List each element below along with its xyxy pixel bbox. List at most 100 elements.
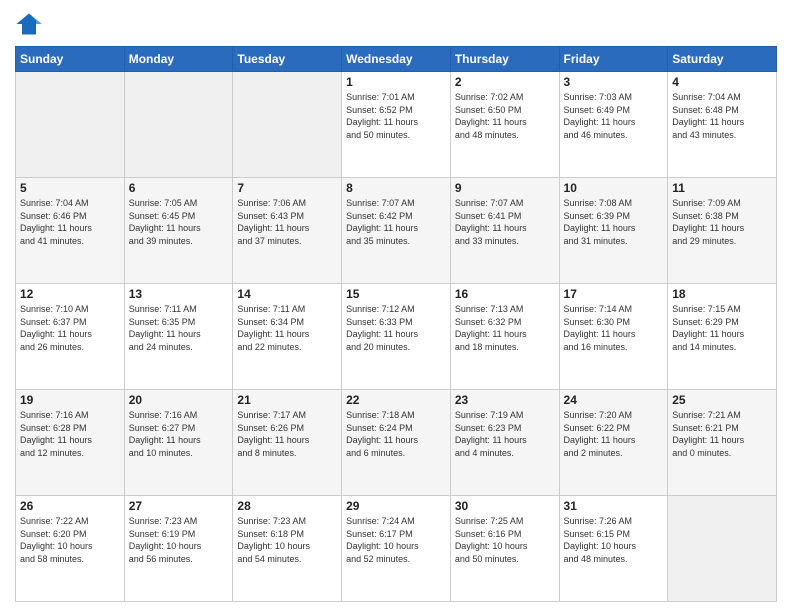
day-info: Sunrise: 7:26 AM Sunset: 6:15 PM Dayligh… <box>564 515 664 565</box>
day-number: 31 <box>564 499 664 513</box>
day-number: 9 <box>455 181 555 195</box>
day-info: Sunrise: 7:22 AM Sunset: 6:20 PM Dayligh… <box>20 515 120 565</box>
week-row-4: 19 Sunrise: 7:16 AM Sunset: 6:28 PM Dayli… <box>16 390 777 496</box>
calendar-cell: 15 Sunrise: 7:12 AM Sunset: 6:33 PM Dayli… <box>342 284 451 390</box>
day-number: 6 <box>129 181 229 195</box>
logo-icon <box>15 10 43 38</box>
day-number: 2 <box>455 75 555 89</box>
calendar-cell: 4Sunrise: 7:04 AM Sunset: 6:48 PM Daylig… <box>668 72 777 178</box>
calendar-cell: 8Sunrise: 7:07 AM Sunset: 6:42 PM Daylig… <box>342 178 451 284</box>
calendar-cell: 7 Sunrise: 7:06 AM Sunset: 6:43 PM Daylig… <box>233 178 342 284</box>
day-info: Sunrise: 7:10 AM Sunset: 6:37 PM Dayligh… <box>20 303 120 353</box>
day-info: Sunrise: 7:01 AM Sunset: 6:52 PM Dayligh… <box>346 91 446 141</box>
calendar-cell: 3 Sunrise: 7:03 AM Sunset: 6:49 PM Daylig… <box>559 72 668 178</box>
calendar-cell: 14 Sunrise: 7:11 AM Sunset: 6:34 PM Dayli… <box>233 284 342 390</box>
day-number: 19 <box>20 393 120 407</box>
day-number: 13 <box>129 287 229 301</box>
day-number: 15 <box>346 287 446 301</box>
day-info: Sunrise: 7:23 AM Sunset: 6:18 PM Dayligh… <box>237 515 337 565</box>
calendar-cell: 10 Sunrise: 7:08 AM Sunset: 6:39 PM Dayli… <box>559 178 668 284</box>
week-row-2: 5Sunrise: 7:04 AM Sunset: 6:46 PM Daylig… <box>16 178 777 284</box>
day-info: Sunrise: 7:03 AM Sunset: 6:49 PM Dayligh… <box>564 91 664 141</box>
calendar-cell: 13 Sunrise: 7:11 AM Sunset: 6:35 PM Dayli… <box>124 284 233 390</box>
day-info: Sunrise: 7:14 AM Sunset: 6:30 PM Dayligh… <box>564 303 664 353</box>
day-number: 5 <box>20 181 120 195</box>
day-number: 30 <box>455 499 555 513</box>
header-sunday: Sunday <box>16 47 125 72</box>
header-wednesday: Wednesday <box>342 47 451 72</box>
header-thursday: Thursday <box>450 47 559 72</box>
calendar-cell: 25Sunrise: 7:21 AM Sunset: 6:21 PM Dayli… <box>668 390 777 496</box>
day-info: Sunrise: 7:07 AM Sunset: 6:42 PM Dayligh… <box>346 197 446 247</box>
day-number: 12 <box>20 287 120 301</box>
calendar-cell: 19 Sunrise: 7:16 AM Sunset: 6:28 PM Dayli… <box>16 390 125 496</box>
day-number: 16 <box>455 287 555 301</box>
day-number: 26 <box>20 499 120 513</box>
week-row-3: 12 Sunrise: 7:10 AM Sunset: 6:37 PM Dayli… <box>16 284 777 390</box>
day-info: Sunrise: 7:06 AM Sunset: 6:43 PM Dayligh… <box>237 197 337 247</box>
calendar-cell <box>124 72 233 178</box>
calendar: SundayMondayTuesdayWednesdayThursdayFrid… <box>15 46 777 602</box>
calendar-cell: 9 Sunrise: 7:07 AM Sunset: 6:41 PM Daylig… <box>450 178 559 284</box>
calendar-cell: 24 Sunrise: 7:20 AM Sunset: 6:22 PM Dayli… <box>559 390 668 496</box>
calendar-cell: 1 Sunrise: 7:01 AM Sunset: 6:52 PM Daylig… <box>342 72 451 178</box>
calendar-cell: 12 Sunrise: 7:10 AM Sunset: 6:37 PM Dayli… <box>16 284 125 390</box>
day-number: 7 <box>237 181 337 195</box>
calendar-cell: 23 Sunrise: 7:19 AM Sunset: 6:23 PM Dayli… <box>450 390 559 496</box>
calendar-cell: 18Sunrise: 7:15 AM Sunset: 6:29 PM Dayli… <box>668 284 777 390</box>
header <box>15 10 777 38</box>
day-info: Sunrise: 7:15 AM Sunset: 6:29 PM Dayligh… <box>672 303 772 353</box>
day-number: 28 <box>237 499 337 513</box>
day-number: 23 <box>455 393 555 407</box>
calendar-cell: 27 Sunrise: 7:23 AM Sunset: 6:19 PM Dayli… <box>124 496 233 602</box>
day-info: Sunrise: 7:12 AM Sunset: 6:33 PM Dayligh… <box>346 303 446 353</box>
calendar-cell: 20Sunrise: 7:16 AM Sunset: 6:27 PM Dayli… <box>124 390 233 496</box>
calendar-cell: 28 Sunrise: 7:23 AM Sunset: 6:18 PM Dayli… <box>233 496 342 602</box>
day-info: Sunrise: 7:02 AM Sunset: 6:50 PM Dayligh… <box>455 91 555 141</box>
day-number: 11 <box>672 181 772 195</box>
calendar-cell: 2 Sunrise: 7:02 AM Sunset: 6:50 PM Daylig… <box>450 72 559 178</box>
calendar-cell: 16Sunrise: 7:13 AM Sunset: 6:32 PM Dayli… <box>450 284 559 390</box>
calendar-cell: 30Sunrise: 7:25 AM Sunset: 6:16 PM Dayli… <box>450 496 559 602</box>
header-saturday: Saturday <box>668 47 777 72</box>
day-number: 27 <box>129 499 229 513</box>
day-info: Sunrise: 7:04 AM Sunset: 6:48 PM Dayligh… <box>672 91 772 141</box>
day-info: Sunrise: 7:20 AM Sunset: 6:22 PM Dayligh… <box>564 409 664 459</box>
day-number: 21 <box>237 393 337 407</box>
day-number: 29 <box>346 499 446 513</box>
day-info: Sunrise: 7:11 AM Sunset: 6:34 PM Dayligh… <box>237 303 337 353</box>
day-info: Sunrise: 7:17 AM Sunset: 6:26 PM Dayligh… <box>237 409 337 459</box>
calendar-cell: 21 Sunrise: 7:17 AM Sunset: 6:26 PM Dayli… <box>233 390 342 496</box>
logo <box>15 10 47 38</box>
week-row-1: 1 Sunrise: 7:01 AM Sunset: 6:52 PM Daylig… <box>16 72 777 178</box>
day-number: 1 <box>346 75 446 89</box>
day-number: 22 <box>346 393 446 407</box>
day-number: 20 <box>129 393 229 407</box>
calendar-cell: 6Sunrise: 7:05 AM Sunset: 6:45 PM Daylig… <box>124 178 233 284</box>
day-info: Sunrise: 7:19 AM Sunset: 6:23 PM Dayligh… <box>455 409 555 459</box>
calendar-cell: 31 Sunrise: 7:26 AM Sunset: 6:15 PM Dayli… <box>559 496 668 602</box>
header-tuesday: Tuesday <box>233 47 342 72</box>
day-info: Sunrise: 7:08 AM Sunset: 6:39 PM Dayligh… <box>564 197 664 247</box>
calendar-header-row: SundayMondayTuesdayWednesdayThursdayFrid… <box>16 47 777 72</box>
day-info: Sunrise: 7:16 AM Sunset: 6:28 PM Dayligh… <box>20 409 120 459</box>
day-info: Sunrise: 7:23 AM Sunset: 6:19 PM Dayligh… <box>129 515 229 565</box>
day-number: 10 <box>564 181 664 195</box>
day-info: Sunrise: 7:24 AM Sunset: 6:17 PM Dayligh… <box>346 515 446 565</box>
day-number: 3 <box>564 75 664 89</box>
day-info: Sunrise: 7:11 AM Sunset: 6:35 PM Dayligh… <box>129 303 229 353</box>
header-monday: Monday <box>124 47 233 72</box>
day-number: 25 <box>672 393 772 407</box>
calendar-cell: 26 Sunrise: 7:22 AM Sunset: 6:20 PM Dayli… <box>16 496 125 602</box>
day-number: 17 <box>564 287 664 301</box>
day-info: Sunrise: 7:07 AM Sunset: 6:41 PM Dayligh… <box>455 197 555 247</box>
calendar-cell <box>233 72 342 178</box>
calendar-cell <box>668 496 777 602</box>
day-number: 14 <box>237 287 337 301</box>
calendar-cell: 29 Sunrise: 7:24 AM Sunset: 6:17 PM Dayli… <box>342 496 451 602</box>
calendar-cell <box>16 72 125 178</box>
week-row-5: 26 Sunrise: 7:22 AM Sunset: 6:20 PM Dayli… <box>16 496 777 602</box>
page: SundayMondayTuesdayWednesdayThursdayFrid… <box>0 0 792 612</box>
calendar-cell: 22Sunrise: 7:18 AM Sunset: 6:24 PM Dayli… <box>342 390 451 496</box>
day-number: 24 <box>564 393 664 407</box>
